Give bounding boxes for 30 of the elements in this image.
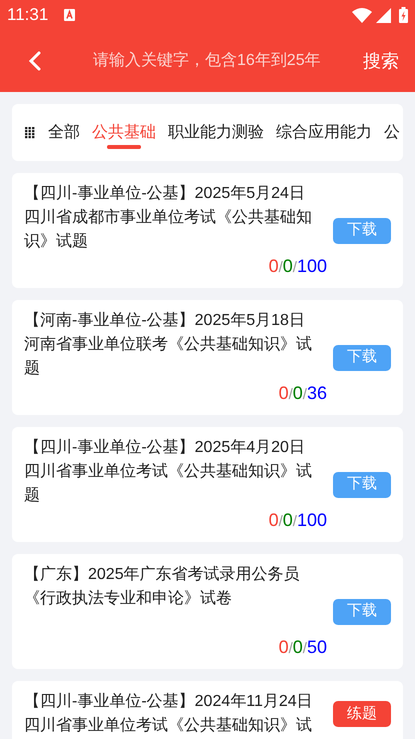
paper-title: 【四川-事业单位-公基】2025年4月20日 四川省事业单位考试《公共基础知识》试 题 [24,438,313,506]
signal-icon [376,8,391,22]
status-time: 11:31 [7,4,48,26]
paper-card[interactable]: 【广东】2025年广东省考试录用公务员 《行政执法专业和申论》试卷 0/0/50 下载 [12,554,403,669]
paper-card[interactable]: 【河南-事业单位-公基】2025年5月18日 河南省事业单位联考《公共基础知识》试 题 0/0/36 下载 [12,300,403,415]
progress-count: 0/0/50 [278,636,328,659]
grid-icon[interactable] [25,126,35,138]
paper-title: 【河南-事业单位-公基】2025年5月18日 河南省事业单位联考《公共基础知识》试 题 [24,310,313,379]
progress-count: 0/0/100 [268,509,328,532]
paper-card[interactable]: 【四川-事业单位-公基】2024年11月24日 四川省事业单位考试《公共基础知识》试 练题 [12,681,403,739]
progress-count: 0/0/36 [278,382,328,405]
tab-underline [107,145,141,149]
category-tab[interactable]: 综合应用能力 [276,104,372,161]
category-tab[interactable]: 公 [384,104,400,161]
paper-title: 【四川-事业单位-公基】2024年11月24日 四川省事业单位考试《公共基础知识》试 [24,692,314,736]
wifi-icon [352,8,372,22]
category-tab[interactable]: 全部 [48,104,80,161]
category-tab[interactable]: 职业能力测验 [168,104,264,161]
paper-card[interactable]: 【四川-事业单位-公基】2025年4月20日 四川省事业单位考试《公共基础知识》试 题 0/0/100 下载 [12,427,403,542]
category-tab[interactable]: 公共基础 [92,104,156,161]
back-icon [29,51,41,71]
paper-title: 【广东】2025年广东省考试录用公务员 《行政执法专业和申论》试卷 [24,564,301,609]
notification-icon [64,9,76,21]
progress-count: 0/0/100 [268,255,328,278]
search-field[interactable]: 请输入关键字，包含16年到25年 [93,49,333,73]
paper-title: 【四川-事业单位-公基】2025年5月24日 四川省成都市事业单位考试《公共基础知 识》试题 [24,184,313,252]
paper-card[interactable]: 【四川-事业单位-公基】2025年5月24日 四川省成都市事业单位考试《公共基础知 识》试题 0/0/100 下载 [12,173,403,288]
search-button[interactable]: 搜索 [363,48,399,74]
practice-button[interactable]: 练题 [333,701,391,727]
battery-icon [399,7,408,23]
